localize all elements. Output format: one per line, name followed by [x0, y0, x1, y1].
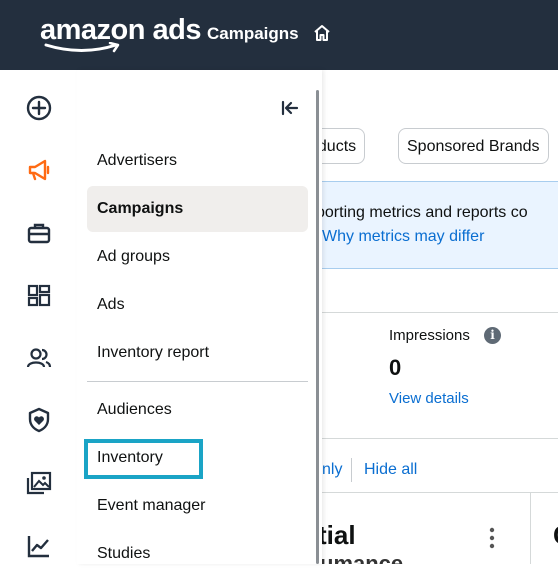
briefcase-icon[interactable]	[25, 219, 53, 247]
impressions-label: Impressions	[389, 327, 470, 344]
people-icon[interactable]	[25, 344, 53, 372]
card-subtitle: umance	[320, 551, 404, 564]
info-banner	[322, 181, 558, 269]
menu-item-campaigns[interactable]: Campaigns	[87, 186, 308, 232]
card-divider	[322, 492, 558, 493]
menu-item-studies[interactable]: Studies	[87, 531, 308, 577]
top-navigation-bar: amazon ads Campaigns	[0, 0, 558, 70]
menu-item-event-manager[interactable]: Event manager	[87, 483, 308, 529]
inventory-highlight-box	[84, 439, 203, 479]
show-only-link[interactable]: nly	[322, 461, 342, 479]
link-separator	[351, 458, 352, 482]
dashboard-icon[interactable]	[25, 282, 53, 310]
menu-item-ad-groups[interactable]: Ad groups	[87, 234, 308, 280]
section-divider	[322, 438, 558, 439]
banner-text: porting metrics and reports co	[316, 204, 528, 221]
menu-item-advertisers[interactable]: Advertisers	[87, 138, 308, 184]
section-divider	[322, 312, 558, 313]
top-campaigns-link[interactable]: Campaigns	[207, 24, 299, 44]
home-icon[interactable]	[312, 23, 332, 43]
impressions-value: 0	[389, 355, 402, 380]
why-metrics-differ-link[interactable]: Why metrics may differ	[322, 228, 484, 246]
menu-item-audiences[interactable]: Audiences	[87, 387, 308, 433]
chart-line-icon[interactable]	[25, 532, 53, 560]
hide-all-link[interactable]: Hide all	[364, 461, 417, 479]
menu-item-ads[interactable]: Ads	[87, 282, 308, 328]
view-details-link[interactable]: View details	[389, 390, 469, 407]
plus-circle-icon[interactable]	[25, 94, 53, 122]
logo-smile-icon	[44, 42, 120, 53]
megaphone-icon[interactable]	[25, 156, 53, 184]
menu-item-inventory-report[interactable]: Inventory report	[87, 330, 308, 376]
card-title: tial	[318, 520, 356, 550]
info-icon[interactable]: i	[484, 327, 501, 344]
panel-scrollbar[interactable]	[316, 90, 319, 564]
filter-chip-sponsored-brands[interactable]: Sponsored Brands	[398, 128, 549, 164]
card-separator	[530, 492, 531, 564]
next-card-title: C	[553, 520, 558, 551]
menu-divider	[87, 381, 308, 382]
images-icon[interactable]	[25, 469, 53, 497]
collapse-panel-icon[interactable]	[281, 100, 299, 116]
shield-icon[interactable]	[25, 406, 53, 434]
more-options-icon[interactable]	[488, 527, 496, 549]
